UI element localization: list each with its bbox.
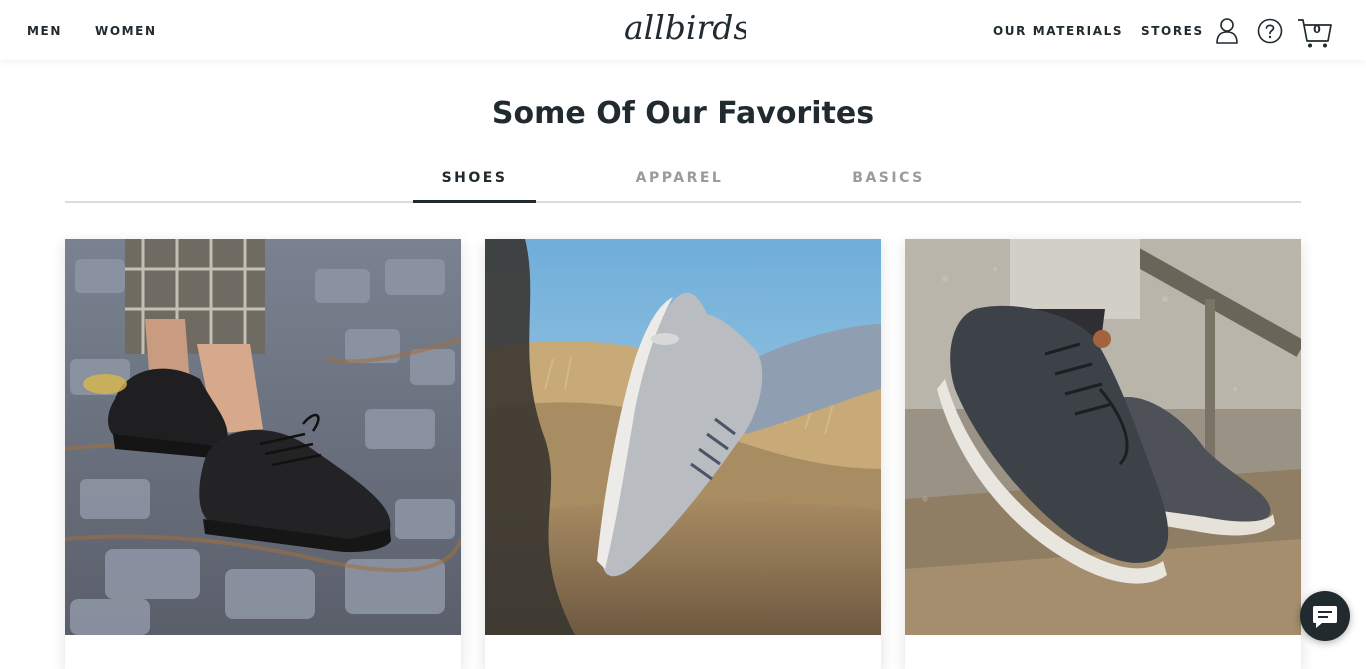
allbirds-logo[interactable]: allbirds (622, 8, 746, 52)
nav-our-materials[interactable]: OUR MATERIALS (993, 24, 1123, 38)
site-header: MEN WOMEN allbirds OUR MATERIALS STORES … (0, 0, 1366, 60)
product-card[interactable] (485, 239, 881, 669)
section-title: Some Of Our Favorites (491, 96, 875, 131)
chat-icon (1313, 606, 1337, 628)
chat-button[interactable] (1300, 591, 1350, 641)
tab-basics[interactable]: BASICS (827, 170, 950, 202)
nav-stores[interactable]: STORES (1141, 24, 1204, 38)
nav-men[interactable]: MEN (27, 24, 62, 38)
user-icon[interactable] (1215, 17, 1239, 45)
product-card[interactable] (65, 239, 461, 669)
product-image (485, 239, 881, 635)
help-icon[interactable] (1257, 17, 1283, 45)
product-card[interactable] (905, 239, 1301, 669)
cart-count-badge: 0 (1313, 23, 1321, 36)
tab-apparel[interactable]: APPAREL (618, 170, 741, 202)
product-image (65, 239, 461, 635)
svg-text:allbirds: allbirds (624, 8, 746, 47)
tab-shoes[interactable]: SHOES (413, 170, 536, 202)
product-image (905, 239, 1301, 635)
nav-women[interactable]: WOMEN (95, 24, 157, 38)
active-tab-indicator (413, 200, 536, 203)
